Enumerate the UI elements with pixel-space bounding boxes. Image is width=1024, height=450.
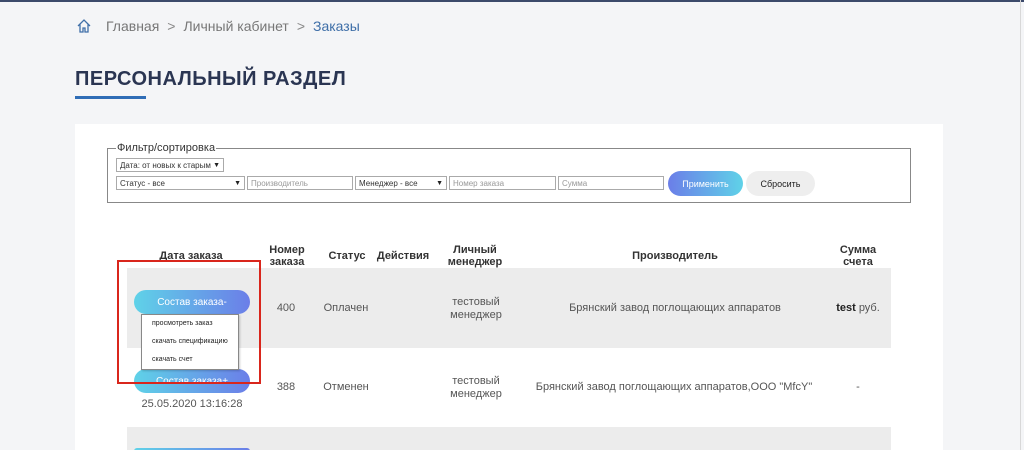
- sum-input[interactable]: Сумма: [558, 176, 664, 190]
- order-date: 25.05.2020 13:16:28: [141, 398, 243, 410]
- table-row: [127, 427, 891, 450]
- triangle-down-icon: ▼: [234, 180, 241, 187]
- header-number-line2: заказа: [269, 256, 305, 268]
- filter-legend: Фильтр/сортировка: [117, 142, 216, 154]
- header-number-line1: Номер: [269, 244, 305, 256]
- right-border: [1020, 0, 1021, 450]
- page-title: ПЕРСОНАЛЬНЫЙ РАЗДЕЛ: [75, 68, 347, 90]
- order-number: 400: [276, 302, 296, 314]
- manager-select[interactable]: Менеджер - все ▼: [355, 176, 447, 190]
- order-producer: Брянский завод поглощающих аппаратов,ООО…: [535, 381, 813, 393]
- breadcrumb-orders: Заказы: [313, 18, 360, 34]
- order-status: Отменен: [323, 381, 369, 393]
- status-select[interactable]: Статус - все ▼: [116, 176, 245, 190]
- order-sum-value: test: [836, 302, 856, 314]
- header-actions: Действия: [376, 250, 430, 262]
- order-sum-currency: руб.: [858, 302, 880, 314]
- header-status: Статус: [328, 250, 366, 262]
- triangle-down-icon: ▼: [436, 180, 443, 187]
- header-manager-line2: менеджер: [447, 256, 503, 268]
- manager-select-value: Менеджер - все: [359, 179, 418, 188]
- title-underline: [75, 96, 146, 99]
- header-sum-line2: счета: [843, 256, 873, 268]
- breadcrumb-home[interactable]: Главная: [106, 18, 159, 34]
- manager-line1: тестовый: [452, 296, 500, 308]
- producer-input[interactable]: Производитель: [247, 176, 353, 190]
- order-sum: test руб.: [826, 302, 890, 315]
- highlight-box: [117, 260, 261, 384]
- top-border: [0, 0, 1024, 2]
- header-sum: Сумма счета: [830, 244, 886, 268]
- breadcrumb-separator: >: [296, 18, 305, 34]
- manager-line1: тестовый: [452, 375, 500, 387]
- reset-button[interactable]: Сбросить: [746, 171, 815, 196]
- breadcrumb: Главная > Личный кабинет > Заказы: [76, 18, 360, 34]
- breadcrumb-separator: >: [167, 18, 176, 34]
- order-manager: тестовый менеджер: [440, 296, 512, 322]
- header-producer: Производитель: [632, 250, 718, 262]
- header-manager: Личный менеджер: [440, 244, 510, 268]
- apply-button[interactable]: Применить: [668, 171, 743, 196]
- sort-select[interactable]: Дата: от новых к старым ▼: [116, 158, 224, 172]
- breadcrumb-cabinet[interactable]: Личный кабинет: [183, 18, 288, 34]
- triangle-down-icon: ▼: [213, 162, 220, 169]
- order-number-input[interactable]: Номер заказа: [449, 176, 556, 190]
- order-producer: Брянский завод поглощающих аппаратов: [569, 302, 781, 314]
- header-manager-line1: Личный: [453, 244, 497, 256]
- home-icon[interactable]: [76, 18, 92, 34]
- header-number: Номер заказа: [264, 244, 310, 268]
- order-sum: -: [856, 381, 860, 393]
- status-select-value: Статус - все: [120, 179, 166, 188]
- order-number: 388: [276, 381, 296, 393]
- sort-select-value: Дата: от новых к старым: [120, 161, 211, 170]
- order-status: Оплачен: [323, 302, 369, 314]
- order-manager: тестовый менеджер: [440, 375, 512, 401]
- manager-line2: менеджер: [450, 388, 502, 400]
- header-sum-line1: Сумма: [839, 244, 877, 256]
- manager-line2: менеджер: [450, 309, 502, 321]
